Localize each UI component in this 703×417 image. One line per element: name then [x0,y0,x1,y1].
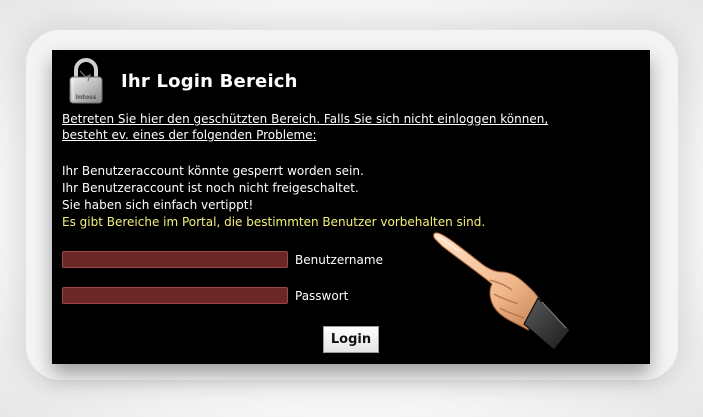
problem-list: Ihr Benutzeraccount könnte gesperrt word… [62,163,602,231]
username-label: Benutzername [295,253,383,267]
page-title: Ihr Login Bereich [121,71,298,92]
password-label: Passwort [295,289,349,303]
login-button[interactable]: Login [323,326,379,353]
page: Intoss Ihr Login Bereich Betreten Sie hi… [0,0,703,417]
list-item: Ihr Benutzeraccount könnte gesperrt word… [62,164,364,178]
lock-icon-label: Intoss [76,94,97,101]
list-item: Ihr Benutzeraccount ist noch nicht freig… [62,181,359,195]
username-input[interactable] [62,251,288,268]
lock-icon: Intoss [68,57,104,105]
password-input[interactable] [62,287,288,304]
list-item: Sie haben sich einfach vertippt! [62,198,254,212]
intro-text: Betreten Sie hier den geschützten Bereic… [62,112,549,142]
list-item-highlight: Es gibt Bereiche im Portal, die bestimmt… [62,215,486,229]
pointing-hand-icon [430,232,582,356]
